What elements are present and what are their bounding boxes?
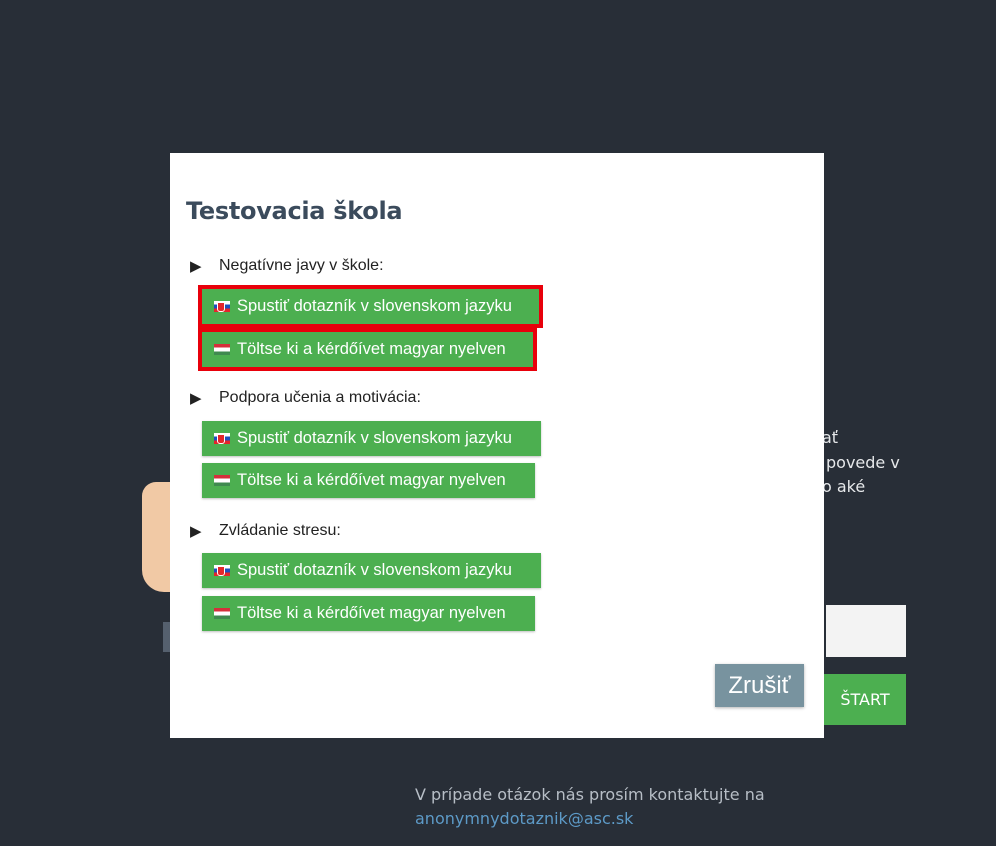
start-button[interactable]: ŠTART (824, 674, 906, 725)
button-label: Töltse ki a kérdőívet magyar nyelven (237, 340, 506, 358)
start-survey-hungarian-button[interactable]: Töltse ki a kérdőívet magyar nyelven (202, 463, 535, 498)
start-survey-slovak-button[interactable]: Spustiť dotazník v slovenskom jazyku (198, 285, 543, 328)
triangle-bullet-icon: ▶ (190, 389, 202, 407)
school-survey-dialog: Testovacia škola ▶ Negatívne javy v škol… (170, 153, 824, 738)
button-label: Töltse ki a kérdőívet magyar nyelven (237, 471, 506, 489)
section-label: Negatívne javy v škole: (219, 257, 384, 274)
hungarian-flag-icon (214, 475, 230, 486)
section-label: Zvládanie stresu: (219, 522, 341, 539)
button-label: Töltse ki a kérdőívet magyar nyelven (237, 604, 506, 622)
section-stress-management: ▶ Zvládanie stresu: (190, 519, 341, 543)
section-learning-support: ▶ Podpora učenia a motivácia: (190, 386, 421, 410)
triangle-bullet-icon: ▶ (190, 522, 202, 540)
illustration-hand (142, 482, 172, 592)
hungarian-flag-icon (214, 344, 230, 355)
button-label: Spustiť dotazník v slovenskom jazyku (237, 429, 512, 447)
background-text-line-1: ať (822, 428, 839, 447)
start-survey-hungarian-button[interactable]: Töltse ki a kérdőívet magyar nyelven (198, 328, 537, 371)
dialog-title: Testovacia škola (186, 197, 403, 225)
start-survey-slovak-button[interactable]: Spustiť dotazník v slovenskom jazyku (202, 421, 541, 456)
background-text-line-2: povede v (826, 453, 900, 472)
slovak-flag-icon (214, 565, 230, 576)
background-code-input[interactable] (826, 605, 906, 657)
contact-text: V prípade otázok nás prosím kontaktujte … (415, 785, 765, 804)
button-label: Spustiť dotazník v slovenskom jazyku (237, 561, 512, 579)
button-label: Spustiť dotazník v slovenskom jazyku (237, 297, 512, 315)
background-text-line-3: o aké (822, 477, 866, 496)
contact-info: V prípade otázok nás prosím kontaktujte … (415, 783, 765, 831)
slovak-flag-icon (214, 433, 230, 444)
start-survey-slovak-button[interactable]: Spustiť dotazník v slovenskom jazyku (202, 553, 541, 588)
contact-email-link[interactable]: anonymnydotaznik@asc.sk (415, 807, 765, 831)
section-negative-phenomena: ▶ Negatívne javy v škole: (190, 254, 384, 278)
section-label: Podpora učenia a motivácia: (219, 389, 421, 406)
hungarian-flag-icon (214, 608, 230, 619)
cancel-button[interactable]: Zrušiť (715, 664, 804, 707)
slovak-flag-icon (214, 301, 230, 312)
triangle-bullet-icon: ▶ (190, 257, 202, 275)
start-survey-hungarian-button[interactable]: Töltse ki a kérdőívet magyar nyelven (202, 596, 535, 631)
